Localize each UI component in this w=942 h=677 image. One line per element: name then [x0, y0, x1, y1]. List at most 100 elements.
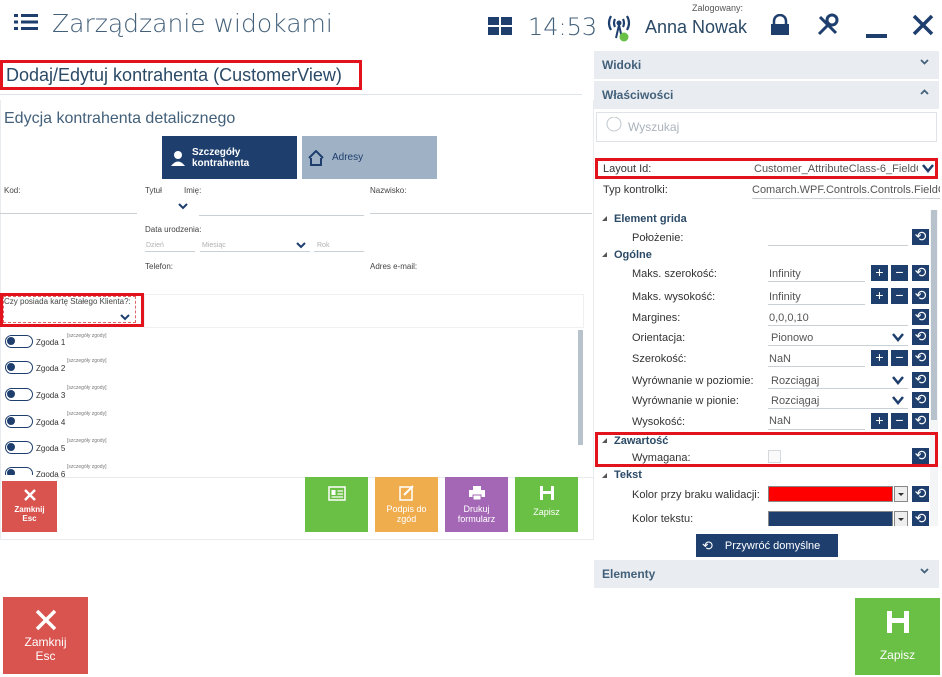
save-icon: [886, 610, 910, 634]
increase-button[interactable]: +: [871, 413, 888, 429]
form-close-button[interactable]: Zamknij Esc: [2, 481, 57, 532]
decrease-button[interactable]: −: [891, 288, 908, 304]
title-label: Tytuł: [145, 186, 162, 195]
increase-button[interactable]: +: [871, 288, 888, 304]
decrease-button[interactable]: −: [891, 350, 908, 366]
max-width-value[interactable]: Infinity: [769, 268, 801, 280]
code-input[interactable]: [0, 213, 137, 214]
reset-button[interactable]: ⟲: [912, 392, 929, 408]
day-input[interactable]: Dzień: [146, 242, 164, 249]
orientation-value[interactable]: Pionowo: [771, 332, 813, 344]
increase-button[interactable]: +: [871, 350, 888, 366]
consents-scrollbar[interactable]: [578, 330, 583, 445]
section-title: Właściwości: [602, 88, 674, 102]
consent-2-toggle[interactable]: [5, 361, 33, 374]
home-icon: [308, 149, 324, 166]
margin-value[interactable]: 0,0,0,10: [769, 312, 809, 324]
form-title: Edycja kontrahenta detalicznego: [4, 110, 236, 127]
reset-button[interactable]: ⟲: [912, 288, 929, 304]
consent-4-toggle[interactable]: [5, 415, 33, 428]
height-value[interactable]: NaN: [769, 415, 791, 427]
undo-icon: ⟲: [702, 537, 713, 553]
restore-defaults-button[interactable]: ⟲ Przywróć domyślne: [696, 534, 838, 557]
consent-2-label: Zgoda 2: [36, 364, 66, 373]
reset-required-button[interactable]: ⟲: [912, 448, 929, 464]
consent-1-toggle[interactable]: [5, 335, 33, 348]
properties-section-header[interactable]: Właściwości: [594, 81, 939, 109]
max-height-value[interactable]: Infinity: [769, 291, 801, 303]
decrease-button[interactable]: −: [891, 265, 908, 281]
sign-icon: [398, 485, 416, 501]
chevron-down-icon[interactable]: [178, 203, 188, 210]
position-input[interactable]: [768, 245, 908, 246]
form-save-button[interactable]: Zapisz: [515, 477, 578, 532]
required-label: Wymagana:: [632, 452, 691, 464]
reset-button[interactable]: ⟲: [912, 329, 929, 345]
validation-color-dropdown[interactable]: [894, 486, 908, 502]
connection-status-icon: [606, 12, 634, 42]
customer-card-button[interactable]: [305, 477, 368, 532]
button-label: Zapisz: [533, 507, 560, 517]
close-button[interactable]: Zamknij Esc: [3, 597, 88, 674]
tab-addresses[interactable]: Adresy: [302, 136, 437, 179]
horizontal-align-value[interactable]: Rozciągaj: [771, 375, 819, 387]
collapse-triangle-icon[interactable]: [601, 437, 608, 444]
chevron-down-icon[interactable]: [296, 242, 306, 249]
decrease-button[interactable]: −: [891, 413, 908, 429]
divider: [145, 251, 195, 252]
validation-color-swatch[interactable]: [768, 486, 893, 502]
sign-consents-button[interactable]: Podpis do zgód: [375, 477, 438, 532]
print-form-button[interactable]: Drukuj formularz: [445, 477, 508, 532]
views-section-header[interactable]: Widoki: [594, 51, 939, 79]
group-text: Tekst: [614, 469, 642, 481]
reset-button[interactable]: ⟲: [912, 486, 929, 502]
reset-position-button[interactable]: ⟲: [912, 229, 929, 245]
reset-button[interactable]: ⟲: [912, 511, 929, 526]
tools-icon[interactable]: [816, 13, 840, 37]
save-button[interactable]: Zapisz: [855, 598, 940, 675]
collapse-triangle-icon[interactable]: [601, 215, 608, 222]
printer-icon: [468, 485, 486, 501]
month-select[interactable]: Miesiąc: [202, 242, 226, 249]
user-name: Anna Nowak: [645, 17, 748, 37]
elements-section-header[interactable]: Elementy: [594, 560, 939, 588]
reset-button[interactable]: ⟲: [912, 309, 929, 325]
chevron-down-icon[interactable]: [892, 396, 904, 405]
first-name-input[interactable]: [199, 215, 364, 216]
chevron-down-icon[interactable]: [120, 314, 130, 321]
increase-button[interactable]: +: [871, 265, 888, 281]
required-checkbox[interactable]: [768, 450, 781, 463]
reset-button[interactable]: ⟲: [912, 265, 929, 281]
close-window-icon[interactable]: [912, 14, 934, 36]
divider: [768, 429, 865, 430]
lock-icon[interactable]: [769, 14, 791, 36]
tiles-grid-icon[interactable]: [488, 17, 512, 35]
consent-6-details: [szczegóły zgody]: [67, 464, 107, 470]
tab-customer-details[interactable]: Szczegóły kontrahenta: [162, 136, 297, 179]
text-color-dropdown[interactable]: [894, 511, 908, 526]
chevron-up-icon: [920, 89, 929, 95]
birth-date-label: Data urodzenia:: [145, 225, 202, 234]
reset-button[interactable]: ⟲: [912, 350, 929, 366]
width-value[interactable]: NaN: [769, 353, 791, 365]
chevron-down-icon[interactable]: [922, 164, 934, 173]
minimize-icon[interactable]: [866, 34, 887, 38]
text-color-swatch[interactable]: [768, 511, 893, 526]
properties-scroll-thumb[interactable]: [931, 210, 937, 420]
reset-button[interactable]: ⟲: [912, 372, 929, 388]
reset-button[interactable]: ⟲: [912, 413, 929, 429]
consent-3-toggle[interactable]: [5, 388, 33, 401]
collapse-triangle-icon[interactable]: [601, 472, 608, 479]
divider: [768, 325, 908, 326]
vertical-align-value[interactable]: Rozciągaj: [771, 395, 819, 407]
collapse-triangle-icon[interactable]: [601, 251, 608, 258]
first-name-label: Imię:: [184, 186, 202, 195]
chevron-down-icon[interactable]: [892, 333, 904, 342]
consent-5-toggle[interactable]: [5, 441, 33, 454]
layout-id-value[interactable]: Customer_AttributeClass-6_FieldCo: [754, 163, 918, 175]
hamburger-menu-icon[interactable]: [14, 13, 38, 31]
divider: [314, 251, 364, 252]
chevron-down-icon[interactable]: [892, 376, 904, 385]
last-name-input[interactable]: [370, 213, 592, 214]
year-input[interactable]: Rok: [317, 242, 329, 249]
